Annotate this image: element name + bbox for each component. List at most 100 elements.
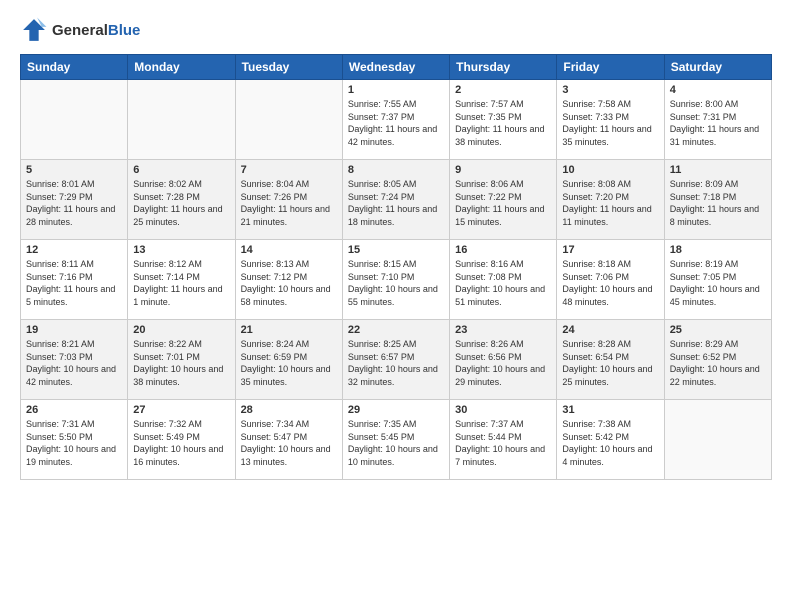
day-cell <box>128 80 235 160</box>
day-info: Sunrise: 7:57 AMSunset: 7:35 PMDaylight:… <box>455 98 551 148</box>
day-cell: 2 Sunrise: 7:57 AMSunset: 7:35 PMDaylight… <box>450 80 557 160</box>
day-info: Sunrise: 8:18 AMSunset: 7:06 PMDaylight:… <box>562 258 658 308</box>
day-info: Sunrise: 8:13 AMSunset: 7:12 PMDaylight:… <box>241 258 337 308</box>
day-number: 10 <box>562 164 658 176</box>
day-cell: 6 Sunrise: 8:02 AMSunset: 7:28 PMDaylight… <box>128 160 235 240</box>
day-cell: 21Sunrise: 8:24 AMSunset: 6:59 PMDayligh… <box>235 320 342 400</box>
day-number: 30 <box>455 404 551 416</box>
week-row-1: 1Sunrise: 7:55 AMSunset: 7:37 PMDaylight… <box>21 80 772 160</box>
day-cell: 18 Sunrise: 8:19 AMSunset: 7:05 PMDayligh… <box>664 240 771 320</box>
day-number: 12 <box>26 244 122 256</box>
day-info: Sunrise: 8:12 AMSunset: 7:14 PMDaylight:… <box>133 258 229 308</box>
day-cell <box>664 400 771 480</box>
day-number: 29 <box>348 404 444 416</box>
day-cell: 20Sunrise: 8:22 AMSunset: 7:01 PMDayligh… <box>128 320 235 400</box>
day-number: 14 <box>241 244 337 256</box>
day-info: Sunrise: 7:31 AMSunset: 5:50 PMDaylight:… <box>26 418 122 468</box>
day-cell: 14 Sunrise: 8:13 AMSunset: 7:12 PMDayligh… <box>235 240 342 320</box>
day-number: 16 <box>455 244 551 256</box>
day-cell: 4Sunrise: 8:00 AMSunset: 7:31 PMDaylight… <box>664 80 771 160</box>
day-number: 17 <box>562 244 658 256</box>
day-info: Sunrise: 7:55 AMSunset: 7:37 PMDaylight:… <box>348 98 444 148</box>
day-cell: 26 Sunrise: 7:31 AMSunset: 5:50 PMDayligh… <box>21 400 128 480</box>
day-number: 7 <box>241 164 337 176</box>
day-info: Sunrise: 8:26 AMSunset: 6:56 PMDaylight:… <box>455 338 551 388</box>
day-number: 26 <box>26 404 122 416</box>
header-thursday: Thursday <box>450 55 557 80</box>
header-monday: Monday <box>128 55 235 80</box>
week-row-5: 26 Sunrise: 7:31 AMSunset: 5:50 PMDayligh… <box>21 400 772 480</box>
day-cell: 10 Sunrise: 8:08 AMSunset: 7:20 PMDayligh… <box>557 160 664 240</box>
day-info: Sunrise: 8:21 AMSunset: 7:03 PMDaylight:… <box>26 338 122 388</box>
day-number: 2 <box>455 84 551 96</box>
calendar-table: SundayMondayTuesdayWednesdayThursdayFrid… <box>20 54 772 480</box>
day-cell <box>235 80 342 160</box>
day-number: 19 <box>26 324 122 336</box>
day-cell: 16 Sunrise: 8:16 AMSunset: 7:08 PMDayligh… <box>450 240 557 320</box>
week-row-3: 12 Sunrise: 8:11 AMSunset: 7:16 PMDayligh… <box>21 240 772 320</box>
day-info: Sunrise: 8:06 AMSunset: 7:22 PMDaylight:… <box>455 178 551 228</box>
day-cell: 12 Sunrise: 8:11 AMSunset: 7:16 PMDayligh… <box>21 240 128 320</box>
logo: GeneralBlue <box>20 16 140 44</box>
day-number: 18 <box>670 244 766 256</box>
day-info: Sunrise: 7:35 AMSunset: 5:45 PMDaylight:… <box>348 418 444 468</box>
header: GeneralBlue <box>20 16 772 44</box>
header-friday: Friday <box>557 55 664 80</box>
day-cell: 19 Sunrise: 8:21 AMSunset: 7:03 PMDayligh… <box>21 320 128 400</box>
day-number: 31 <box>562 404 658 416</box>
header-tuesday: Tuesday <box>235 55 342 80</box>
day-number: 23 <box>455 324 551 336</box>
day-info: Sunrise: 7:38 AMSunset: 5:42 PMDaylight:… <box>562 418 658 468</box>
day-cell: 22 Sunrise: 8:25 AMSunset: 6:57 PMDayligh… <box>342 320 449 400</box>
day-cell: 5Sunrise: 8:01 AMSunset: 7:29 PMDaylight… <box>21 160 128 240</box>
day-number: 13 <box>133 244 229 256</box>
logo-icon <box>20 16 48 44</box>
day-info: Sunrise: 8:02 AMSunset: 7:28 PMDaylight:… <box>133 178 229 228</box>
day-number: 22 <box>348 324 444 336</box>
day-info: Sunrise: 8:05 AMSunset: 7:24 PMDaylight:… <box>348 178 444 228</box>
day-number: 5 <box>26 164 122 176</box>
day-number: 3 <box>562 84 658 96</box>
day-cell: 17 Sunrise: 8:18 AMSunset: 7:06 PMDayligh… <box>557 240 664 320</box>
day-info: Sunrise: 8:04 AMSunset: 7:26 PMDaylight:… <box>241 178 337 228</box>
day-info: Sunrise: 8:19 AMSunset: 7:05 PMDaylight:… <box>670 258 766 308</box>
day-number: 9 <box>455 164 551 176</box>
day-cell: 30Sunrise: 7:37 AMSunset: 5:44 PMDayligh… <box>450 400 557 480</box>
day-cell: 1Sunrise: 7:55 AMSunset: 7:37 PMDaylight… <box>342 80 449 160</box>
day-info: Sunrise: 8:16 AMSunset: 7:08 PMDaylight:… <box>455 258 551 308</box>
day-number: 25 <box>670 324 766 336</box>
day-cell: 9 Sunrise: 8:06 AMSunset: 7:22 PMDaylight… <box>450 160 557 240</box>
week-row-2: 5Sunrise: 8:01 AMSunset: 7:29 PMDaylight… <box>21 160 772 240</box>
day-number: 6 <box>133 164 229 176</box>
day-cell: 13 Sunrise: 8:12 AMSunset: 7:14 PMDayligh… <box>128 240 235 320</box>
header-wednesday: Wednesday <box>342 55 449 80</box>
day-cell: 23 Sunrise: 8:26 AMSunset: 6:56 PMDayligh… <box>450 320 557 400</box>
day-cell: 8 Sunrise: 8:05 AMSunset: 7:24 PMDaylight… <box>342 160 449 240</box>
calendar-header-row: SundayMondayTuesdayWednesdayThursdayFrid… <box>21 55 772 80</box>
header-saturday: Saturday <box>664 55 771 80</box>
day-info: Sunrise: 8:08 AMSunset: 7:20 PMDaylight:… <box>562 178 658 228</box>
day-info: Sunrise: 8:15 AMSunset: 7:10 PMDaylight:… <box>348 258 444 308</box>
day-number: 8 <box>348 164 444 176</box>
day-info: Sunrise: 8:25 AMSunset: 6:57 PMDaylight:… <box>348 338 444 388</box>
day-number: 11 <box>670 164 766 176</box>
day-cell: 11 Sunrise: 8:09 AMSunset: 7:18 PMDayligh… <box>664 160 771 240</box>
day-cell: 29 Sunrise: 7:35 AMSunset: 5:45 PMDayligh… <box>342 400 449 480</box>
day-info: Sunrise: 8:00 AMSunset: 7:31 PMDaylight:… <box>670 98 766 148</box>
day-number: 21 <box>241 324 337 336</box>
day-info: Sunrise: 8:09 AMSunset: 7:18 PMDaylight:… <box>670 178 766 228</box>
day-info: Sunrise: 8:11 AMSunset: 7:16 PMDaylight:… <box>26 258 122 308</box>
day-info: Sunrise: 8:29 AMSunset: 6:52 PMDaylight:… <box>670 338 766 388</box>
day-cell: 28 Sunrise: 7:34 AMSunset: 5:47 PMDayligh… <box>235 400 342 480</box>
day-info: Sunrise: 7:58 AMSunset: 7:33 PMDaylight:… <box>562 98 658 148</box>
day-cell: 15 Sunrise: 8:15 AMSunset: 7:10 PMDayligh… <box>342 240 449 320</box>
day-number: 28 <box>241 404 337 416</box>
page: GeneralBlue SundayMondayTuesdayWednesday… <box>0 0 792 612</box>
day-number: 27 <box>133 404 229 416</box>
week-row-4: 19 Sunrise: 8:21 AMSunset: 7:03 PMDayligh… <box>21 320 772 400</box>
logo-text: GeneralBlue <box>52 22 140 39</box>
day-info: Sunrise: 7:34 AMSunset: 5:47 PMDaylight:… <box>241 418 337 468</box>
day-number: 20 <box>133 324 229 336</box>
day-cell: 3 Sunrise: 7:58 AMSunset: 7:33 PMDaylight… <box>557 80 664 160</box>
day-number: 15 <box>348 244 444 256</box>
